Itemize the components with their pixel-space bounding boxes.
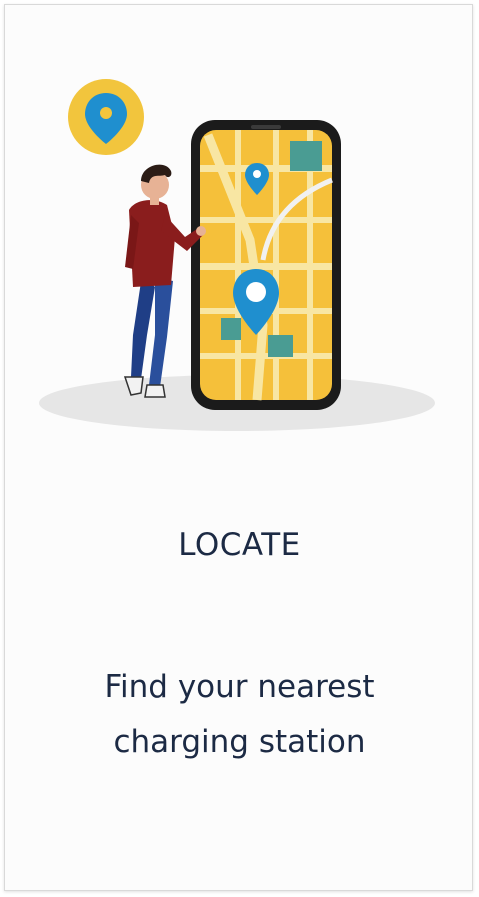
smartphone-map	[191, 120, 341, 410]
card-title: LOCATE	[178, 527, 301, 563]
location-pin-icon	[68, 79, 144, 155]
card-description: Find your nearest charging station	[5, 660, 474, 770]
locate-illustration	[39, 79, 435, 431]
description-line-2: charging station	[113, 724, 366, 760]
feature-card: LOCATE Find your nearest charging statio…	[4, 4, 473, 891]
description-line-1: Find your nearest	[104, 669, 375, 705]
